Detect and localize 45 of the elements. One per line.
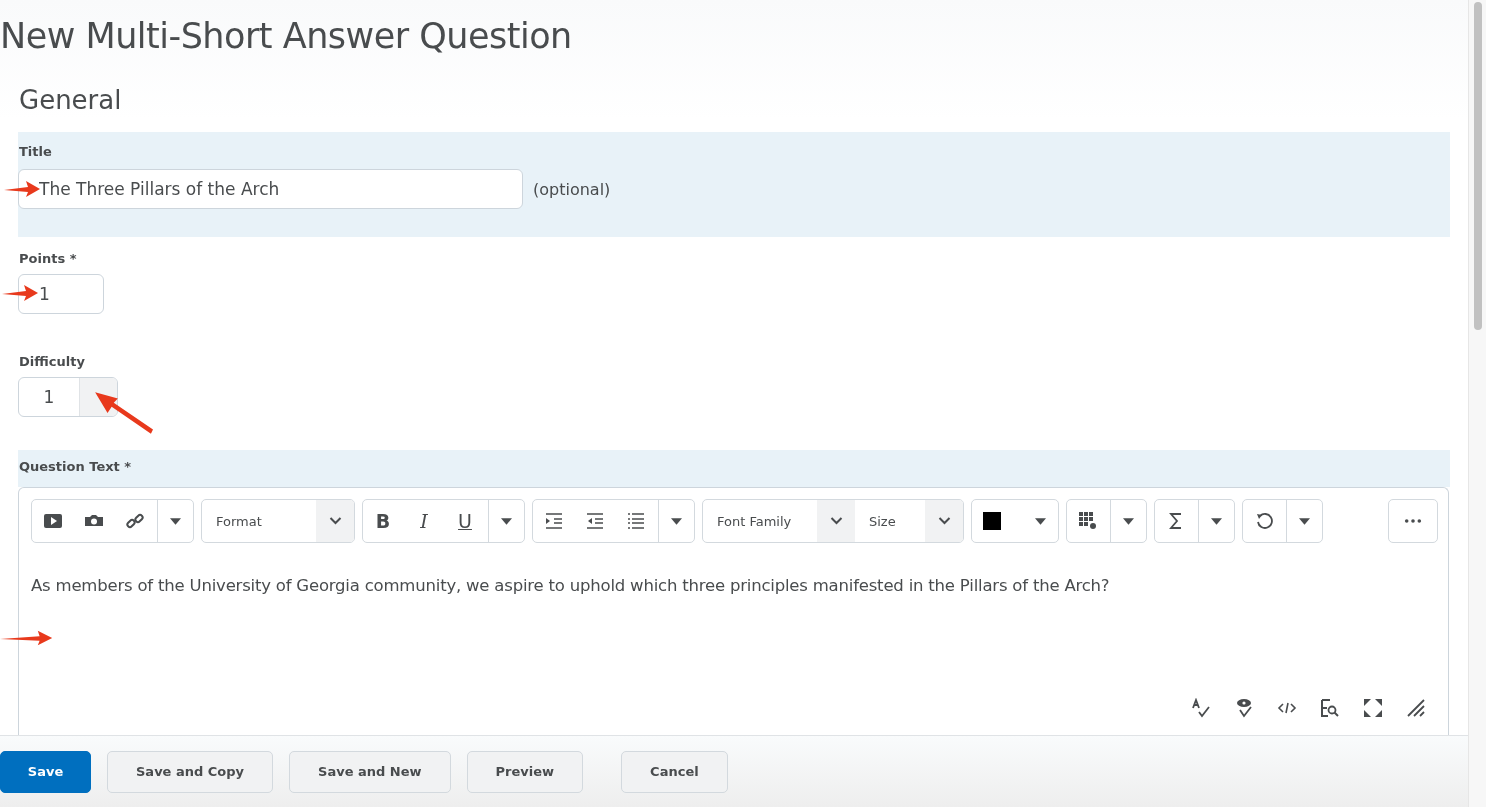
optional-note: (optional) [533,179,611,199]
caret-icon[interactable] [671,517,682,525]
size-select[interactable]: Size [855,513,925,529]
field-label: Question Text * [19,459,132,474]
table-icon[interactable] [1078,511,1098,531]
scrollbar[interactable] [1468,0,1486,807]
underline-button[interactable]: U [455,510,475,532]
fullscreen-icon[interactable] [1363,698,1383,718]
list-icon[interactable] [626,511,646,531]
undo-icon[interactable] [1254,511,1274,531]
video-icon[interactable] [43,511,63,531]
chevron-icon[interactable] [937,517,951,525]
resize-handle-icon[interactable] [1406,698,1426,718]
italic-button[interactable]: I [414,510,434,532]
page-title: New Multi-Short Answer Question [0,15,573,58]
caret-icon[interactable] [1123,517,1134,525]
spellcheck-icon[interactable] [1191,698,1211,718]
action-button[interactable]: Save [0,750,91,793]
caret-icon[interactable] [1035,517,1046,525]
outdent-icon[interactable] [585,511,605,531]
field-label: Points * [19,251,78,267]
field-label: Difficulty [19,354,86,370]
caret-icon[interactable] [170,517,181,525]
question-text[interactable]: As members of the University of Georgia community, we aspire to uphold which three principles manifested in the Pillars of the Arch? [31,575,1438,597]
section-title: General [19,84,123,117]
title-input[interactable]: The Three Pillars of the Arch [18,169,523,209]
more-icon [1404,519,1422,523]
link-icon[interactable] [125,511,145,531]
caret-icon[interactable] [1299,517,1310,525]
bold-button[interactable]: B [373,510,393,532]
font-family-select[interactable]: Font Family [703,513,817,529]
action-button[interactable]: Save and Copy [107,750,274,793]
indent-icon[interactable] [544,511,564,531]
caret-icon[interactable] [1211,517,1222,525]
points-input[interactable]: 1 [18,274,104,314]
find-icon[interactable] [1320,698,1340,718]
text-color-swatch[interactable] [983,512,1001,530]
action-button[interactable]: Save and New [289,750,451,793]
chevron-icon[interactable] [829,517,843,525]
caret-icon[interactable] [501,517,512,525]
action-button[interactable]: Cancel [621,750,728,793]
field-label: Title [19,144,53,160]
chevron-icon[interactable] [328,517,342,525]
accessibility-check-icon[interactable] [1234,698,1254,718]
action-button[interactable]: Preview [466,750,584,793]
